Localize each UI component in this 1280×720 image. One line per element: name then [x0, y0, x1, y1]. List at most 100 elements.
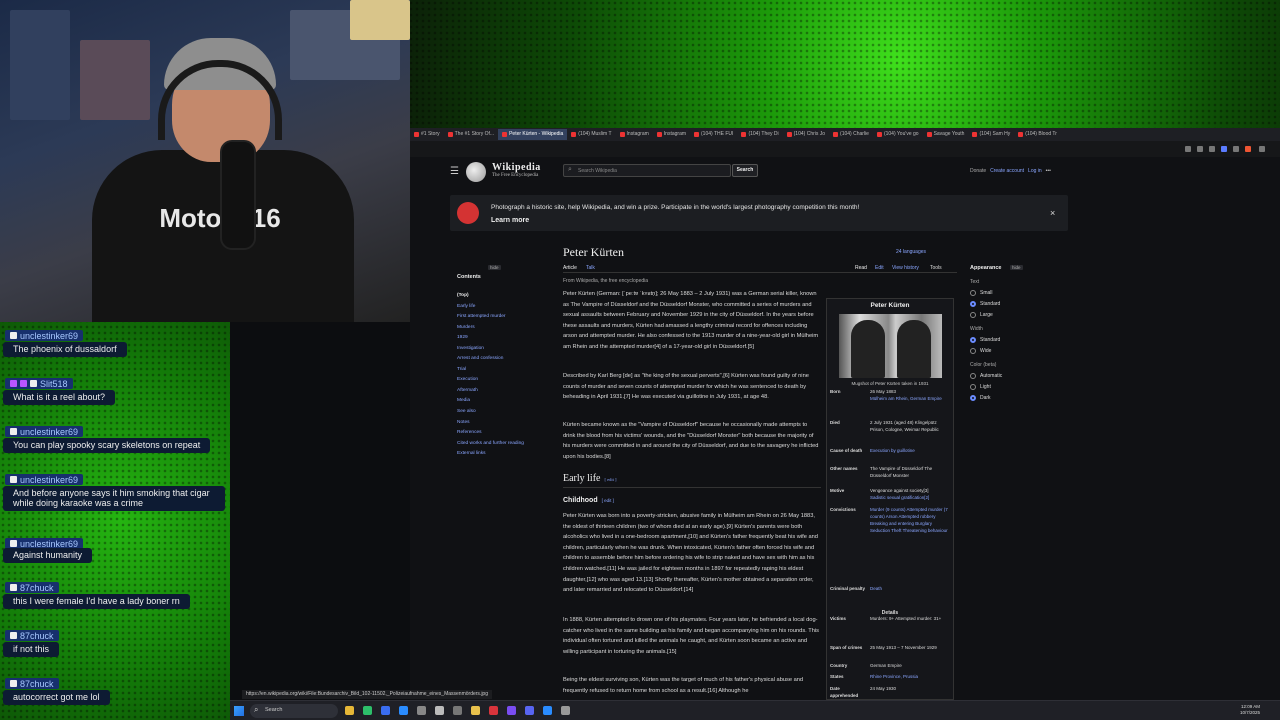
search-button[interactable]: Search [732, 164, 758, 177]
app-icon[interactable] [363, 706, 372, 715]
browser-tab[interactable]: Instagram [653, 129, 690, 140]
toc-item[interactable]: Cited works and further reading [457, 441, 561, 446]
app-icon[interactable] [543, 706, 552, 715]
windows-start-icon[interactable] [234, 706, 244, 716]
chat-username[interactable]: unclestinker69 [5, 330, 84, 341]
learn-more-link[interactable]: Learn more [491, 217, 529, 224]
donate-link[interactable]: Donate [970, 168, 986, 174]
infobox-link[interactable]: Rhine Province, Prussia [870, 673, 952, 680]
browser-tab[interactable]: (104) They Di [737, 129, 782, 140]
appearance-option[interactable]: Standard [970, 337, 1080, 343]
app-icon[interactable] [381, 706, 390, 715]
radio-icon[interactable] [970, 395, 976, 401]
browser-tab[interactable]: Savage Youth [923, 129, 969, 140]
browser-tab[interactable]: Peter Kürten - Wikipedia [498, 129, 568, 140]
search-input[interactable]: Search Wikipedia [563, 164, 731, 177]
taskbar-search[interactable]: Search [250, 704, 338, 718]
browser-tab[interactable]: #1 Story [410, 129, 444, 140]
toc-item[interactable]: First attempted murder [457, 314, 561, 319]
infobox-link[interactable]: Execution by guillotine [870, 447, 952, 454]
browser-tab[interactable]: (104) Chris Jo [783, 129, 829, 140]
toc-item[interactable]: See also [457, 409, 561, 414]
app-icon[interactable] [561, 706, 570, 715]
browser-tab[interactable]: (104) You've go [873, 129, 923, 140]
extension-icon[interactable] [1221, 146, 1227, 152]
wikipedia-globe-icon[interactable] [466, 162, 486, 182]
chat-username[interactable]: unclestinker69 [5, 426, 84, 437]
main-menu-icon[interactable]: ☰ [450, 166, 459, 177]
browser-tab[interactable]: (104) Sam Hy [968, 129, 1014, 140]
toc-item[interactable]: (Top) [457, 293, 561, 298]
toc-item[interactable]: Arrest and confession [457, 356, 561, 361]
toc-item[interactable]: External links [457, 451, 561, 456]
appearance-hide-button[interactable]: hide [1010, 265, 1023, 270]
radio-icon[interactable] [970, 290, 976, 296]
toc-item[interactable]: Investigation [457, 346, 561, 351]
toc-hide-button[interactable]: hide [488, 265, 501, 270]
chat-username[interactable]: Slit518 [5, 378, 73, 389]
toc-item[interactable]: Media [457, 398, 561, 403]
browser-tab[interactable]: Instagram [616, 129, 653, 140]
infobox-link[interactable]: Mülheim am Rhein, German Empire [870, 395, 952, 402]
appearance-option[interactable]: Wide [970, 348, 1080, 354]
browser-icon[interactable] [489, 706, 498, 715]
radio-icon[interactable] [970, 348, 976, 354]
extension-icon[interactable] [1209, 146, 1215, 152]
radio-icon[interactable] [970, 312, 976, 318]
app-icon[interactable] [453, 706, 462, 715]
appearance-option[interactable]: Light [970, 384, 1080, 390]
appearance-option[interactable]: Large [970, 312, 1080, 318]
tab-edit[interactable]: Edit [875, 265, 884, 271]
app-icon[interactable] [435, 706, 444, 715]
wikipedia-wordmark[interactable]: Wikipedia [492, 162, 541, 173]
chat-username[interactable]: 87chuck [5, 630, 59, 641]
radio-icon[interactable] [970, 337, 976, 343]
app-icon[interactable] [399, 706, 408, 715]
system-tray-clock[interactable]: 12:09 AM 10/7/2025 [1200, 704, 1260, 716]
extension-icon[interactable] [1185, 146, 1191, 152]
tab-read[interactable]: Read [855, 265, 867, 271]
tools-menu[interactable]: Tools [930, 265, 942, 271]
profile-icon[interactable] [1245, 146, 1251, 152]
browser-tab[interactable]: (104) Blood Tr [1014, 129, 1061, 140]
tab-article[interactable]: Article [563, 265, 577, 271]
file-explorer-icon[interactable] [345, 706, 354, 715]
log-in-link[interactable]: Log in [1028, 168, 1042, 174]
address-bar[interactable] [410, 141, 1280, 157]
app-icon[interactable] [507, 706, 516, 715]
browser-tab[interactable]: The #1 Story Of... [444, 129, 498, 140]
browser-tab[interactable]: (104) Charlie [829, 129, 873, 140]
radio-icon[interactable] [970, 384, 976, 390]
discord-icon[interactable] [525, 706, 534, 715]
browser-tab[interactable]: (104) THE FUI [690, 129, 737, 140]
app-icon[interactable] [471, 706, 480, 715]
toc-item[interactable]: Early life [457, 304, 561, 309]
toc-item[interactable]: Trial [457, 367, 561, 372]
toc-item[interactable]: References [457, 430, 561, 435]
create-account-link[interactable]: Create account [990, 168, 1024, 174]
close-icon[interactable]: × [1050, 208, 1055, 218]
chat-username[interactable]: unclestinker69 [5, 474, 84, 485]
extension-icon[interactable] [1197, 146, 1203, 152]
appearance-option[interactable]: Small [970, 290, 1080, 296]
mugshot-image[interactable] [839, 314, 942, 378]
tab-view-history[interactable]: View history [892, 265, 919, 271]
chat-username[interactable]: 87chuck [5, 678, 59, 689]
edit-link[interactable]: [ edit ] [604, 477, 616, 482]
toc-item[interactable]: Execution [457, 377, 561, 382]
appearance-option[interactable]: Standard [970, 301, 1080, 307]
radio-icon[interactable] [970, 301, 976, 307]
chat-username[interactable]: 87chuck [5, 582, 59, 593]
toc-item[interactable]: Aftermath [457, 388, 561, 393]
menu-icon[interactable] [1259, 146, 1265, 152]
appearance-option[interactable]: Dark [970, 395, 1080, 401]
appearance-option[interactable]: Automatic [970, 373, 1080, 379]
extension-icon[interactable] [1233, 146, 1239, 152]
toc-item[interactable]: Notes [457, 420, 561, 425]
browser-tab[interactable]: (104) Muslim T [567, 129, 615, 140]
app-icon[interactable] [417, 706, 426, 715]
toc-item[interactable]: Murders [457, 325, 561, 330]
edit-link[interactable]: [ edit ] [602, 498, 614, 503]
more-options-icon[interactable]: ••• [1046, 168, 1051, 174]
languages-button[interactable]: 24 languages [896, 249, 926, 255]
